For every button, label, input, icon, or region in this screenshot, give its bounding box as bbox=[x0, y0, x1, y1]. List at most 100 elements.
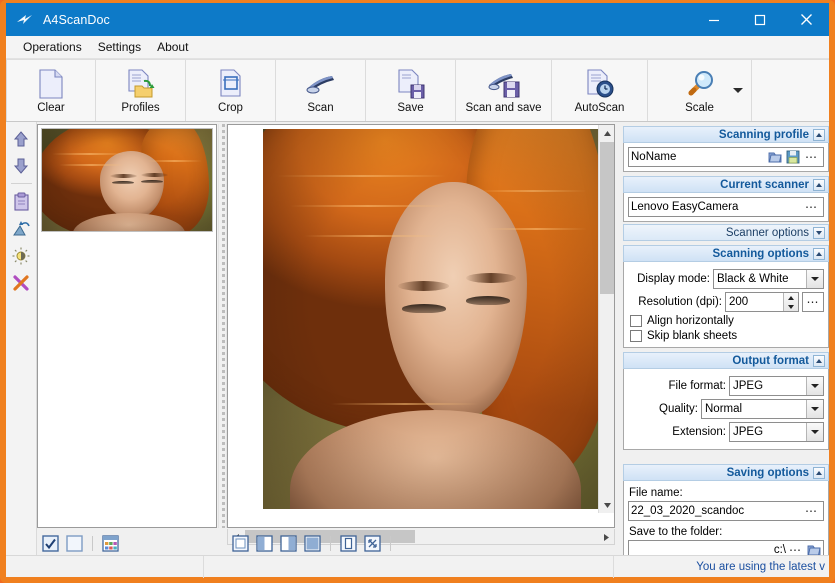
scroll-down-arrow[interactable] bbox=[599, 497, 615, 513]
scanning-options-header[interactable]: Scanning options bbox=[623, 245, 829, 262]
skip-blank-sheets-checkbox[interactable] bbox=[630, 330, 642, 342]
profile-name-input[interactable]: NoName ⋯ bbox=[628, 147, 824, 167]
chevron-down-icon[interactable] bbox=[733, 88, 743, 93]
align-horizontally-row[interactable]: Align horizontally bbox=[630, 315, 824, 327]
thumbnail-panel[interactable] bbox=[37, 124, 217, 528]
menu-bar: Operations Settings About bbox=[6, 36, 829, 59]
toolbar-divider-2 bbox=[330, 536, 331, 551]
extension-label: Extension: bbox=[628, 426, 726, 438]
vertical-scroll-thumb[interactable] bbox=[600, 142, 614, 294]
preview-vertical-scrollbar[interactable] bbox=[598, 125, 614, 513]
file-format-value: JPEG bbox=[733, 380, 806, 392]
scanner-options-header[interactable]: Scanner options bbox=[623, 224, 829, 241]
toolbar-profiles-button[interactable]: Profiles bbox=[96, 60, 186, 121]
toolbar-save-button[interactable]: Save bbox=[366, 60, 456, 121]
chevron-down-icon-quality[interactable] bbox=[806, 400, 823, 418]
brightness-button[interactable] bbox=[9, 243, 34, 268]
stepper-down[interactable] bbox=[784, 302, 798, 311]
collapse-icon-3[interactable] bbox=[813, 248, 825, 260]
scanner-options-title: Scanner options bbox=[726, 227, 809, 239]
skip-blank-sheets-row[interactable]: Skip blank sheets bbox=[630, 330, 824, 342]
scanning-profile-header[interactable]: Scanning profile bbox=[623, 126, 829, 143]
scanning-options-body: Display mode: Black & White Resolution (… bbox=[623, 262, 829, 348]
scanner-floppy-icon bbox=[487, 68, 521, 100]
quality-row: Quality: Normal bbox=[628, 399, 824, 419]
select-all-button[interactable] bbox=[41, 534, 60, 553]
folder-icon[interactable] bbox=[766, 150, 784, 164]
right-panel-splitter[interactable] bbox=[615, 124, 623, 555]
scanning-options-title: Scanning options bbox=[713, 248, 809, 260]
quality-value: Normal bbox=[705, 403, 806, 415]
resolution-stepper[interactable] bbox=[783, 293, 798, 311]
menu-operations[interactable]: Operations bbox=[15, 38, 90, 56]
folder-label: Save to the folder: bbox=[629, 526, 824, 538]
toolbar-scan-button[interactable]: Scan bbox=[276, 60, 366, 121]
chevron-down-icon-display-mode[interactable] bbox=[806, 270, 823, 288]
saving-options-header[interactable]: Saving options bbox=[623, 464, 829, 481]
stepper-up[interactable] bbox=[784, 293, 798, 302]
rotate-button[interactable] bbox=[9, 216, 34, 241]
thumbnail-page-1[interactable] bbox=[41, 128, 213, 232]
move-down-button[interactable] bbox=[9, 153, 34, 178]
toolbar-clear-button[interactable]: Clear bbox=[6, 60, 96, 121]
current-scanner-value: Lenovo EasyCamera bbox=[631, 201, 802, 213]
magnifier-icon bbox=[684, 68, 716, 100]
toolbar-scan-and-save-label: Scan and save bbox=[465, 102, 541, 114]
output-format-title: Output format bbox=[732, 355, 809, 367]
thumbnail-footer-toolbar bbox=[37, 531, 217, 555]
toolbar-profiles-label: Profiles bbox=[121, 102, 159, 114]
minimize-button[interactable] bbox=[691, 3, 737, 36]
expand-icon[interactable] bbox=[813, 227, 825, 239]
scanner-more-button[interactable]: ⋯ bbox=[802, 201, 821, 213]
close-button[interactable] bbox=[783, 3, 829, 36]
toolbar-scale-button[interactable]: Scale bbox=[648, 60, 752, 121]
window-title: A4ScanDoc bbox=[43, 13, 110, 27]
profile-name-value: NoName bbox=[631, 151, 766, 163]
file-name-input[interactable]: 22_03_2020_scandoc ⋯ bbox=[628, 501, 824, 521]
chevron-down-icon-extension[interactable] bbox=[806, 423, 823, 441]
chevron-down-icon-file-format[interactable] bbox=[806, 377, 823, 395]
fit-page-button[interactable] bbox=[231, 534, 250, 553]
current-scanner-input[interactable]: Lenovo EasyCamera ⋯ bbox=[628, 197, 824, 217]
collapse-icon[interactable] bbox=[813, 129, 825, 141]
display-mode-select[interactable]: Black & White bbox=[713, 269, 824, 289]
file-name-more-button[interactable]: ⋯ bbox=[802, 505, 821, 517]
resolution-more-button[interactable]: ⋯ bbox=[802, 292, 824, 312]
panel-splitter[interactable] bbox=[218, 124, 227, 528]
toolbar-autoscan-button[interactable]: AutoScan bbox=[552, 60, 648, 121]
collapse-icon-2[interactable] bbox=[813, 179, 825, 191]
scroll-up-arrow[interactable] bbox=[599, 125, 615, 141]
toolbar-scan-and-save-button[interactable]: Scan and save bbox=[456, 60, 552, 121]
floppy-icon[interactable] bbox=[784, 150, 802, 164]
split-left-button[interactable] bbox=[255, 534, 274, 553]
output-format-header[interactable]: Output format bbox=[623, 352, 829, 369]
toolbar-save-label: Save bbox=[397, 102, 423, 114]
toolbar-crop-button[interactable]: Crop bbox=[186, 60, 276, 121]
resolution-input[interactable]: 200 bbox=[725, 292, 799, 312]
display-mode-value: Black & White bbox=[717, 273, 806, 285]
fill-button[interactable] bbox=[303, 534, 322, 553]
menu-about[interactable]: About bbox=[149, 38, 196, 56]
resolution-row: Resolution (dpi): 200 ⋯ bbox=[628, 292, 824, 312]
clipboard-button[interactable] bbox=[9, 189, 34, 214]
quality-select[interactable]: Normal bbox=[701, 399, 824, 419]
fit-width-button[interactable] bbox=[339, 534, 358, 553]
profile-more-button[interactable]: ⋯ bbox=[802, 151, 821, 163]
delete-button[interactable] bbox=[9, 270, 34, 295]
move-up-button[interactable] bbox=[9, 126, 34, 151]
status-message[interactable]: You are using the latest v bbox=[696, 561, 829, 573]
maximize-button[interactable] bbox=[737, 3, 783, 36]
select-none-button[interactable] bbox=[65, 534, 84, 553]
collapse-icon-4[interactable] bbox=[813, 355, 825, 367]
split-right-button[interactable] bbox=[279, 534, 298, 553]
align-horizontally-checkbox[interactable] bbox=[630, 315, 642, 327]
current-scanner-header[interactable]: Current scanner bbox=[623, 176, 829, 193]
status-cell-1 bbox=[6, 556, 204, 578]
fit-screen-button[interactable] bbox=[363, 534, 382, 553]
grid-view-button[interactable] bbox=[101, 534, 120, 553]
extension-select[interactable]: JPEG bbox=[729, 422, 824, 442]
file-format-select[interactable]: JPEG bbox=[729, 376, 824, 396]
collapse-icon-5[interactable] bbox=[813, 467, 825, 479]
menu-settings[interactable]: Settings bbox=[90, 38, 149, 56]
preview-panel[interactable] bbox=[227, 124, 615, 528]
